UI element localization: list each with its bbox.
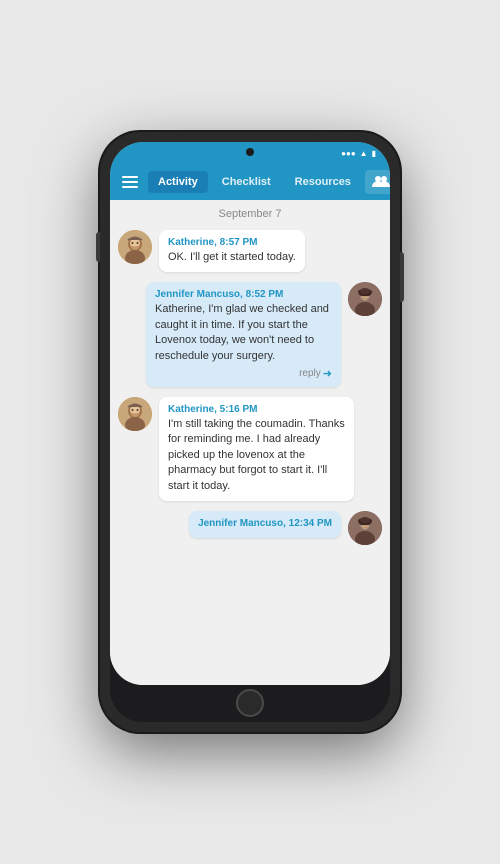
wifi-icon: ▲ xyxy=(360,149,368,158)
camera-icon xyxy=(246,148,254,156)
avatar-jennifer-4 xyxy=(348,511,382,545)
message-group-1: Katherine, 8:57 PM OK. I'll get it start… xyxy=(118,230,382,272)
message-group-2: Jennifer Mancuso, 8:52 PM Katherine, I'm… xyxy=(118,282,382,387)
status-icons: ●●● ▲ ▮ xyxy=(341,149,376,158)
bubble-wrapper-4: Jennifer Mancuso, 12:34 PM xyxy=(189,511,341,538)
tab-checklist[interactable]: Checklist xyxy=(212,171,281,193)
signal-icon: ●●● xyxy=(341,149,356,158)
bubble-wrapper-3: Katherine, 5:16 PM I'm still taking the … xyxy=(159,397,354,501)
menu-line-1 xyxy=(122,176,138,178)
menu-button[interactable] xyxy=(116,172,144,192)
avatar-jennifer-2 xyxy=(348,282,382,316)
phone-inner: ●●● ▲ ▮ Activity Checklist Resources xyxy=(110,142,390,722)
bubble-wrapper-1: Katherine, 8:57 PM OK. I'll get it start… xyxy=(159,230,305,272)
message-text-2: Katherine, I'm glad we checked and caugh… xyxy=(155,302,332,364)
tab-activity[interactable]: Activity xyxy=(148,171,208,193)
message-bubble-4: Jennifer Mancuso, 12:34 PM xyxy=(189,511,341,538)
sender-1: Katherine, 8:57 PM xyxy=(168,237,296,248)
menu-line-3 xyxy=(122,186,138,188)
bottom-area xyxy=(110,685,390,722)
phone-screen: ●●● ▲ ▮ Activity Checklist Resources xyxy=(110,142,390,685)
status-bar: ●●● ▲ ▮ xyxy=(110,142,390,164)
avatar-katherine-3 xyxy=(118,397,152,431)
home-button[interactable] xyxy=(236,689,264,717)
date-separator: September 7 xyxy=(110,200,390,226)
message-text-3: I'm still taking the coumadin. Thanks fo… xyxy=(168,417,345,494)
reply-area: reply ➜ xyxy=(155,367,332,380)
reply-arrow-icon: ➜ xyxy=(323,367,332,380)
group-button[interactable] xyxy=(365,170,390,194)
message-group-3: Katherine, 5:16 PM I'm still taking the … xyxy=(118,397,382,501)
reply-label: reply xyxy=(299,368,321,379)
message-bubble-3: Katherine, 5:16 PM I'm still taking the … xyxy=(159,397,354,501)
tab-resources[interactable]: Resources xyxy=(285,171,361,193)
sender-3: Katherine, 5:16 PM xyxy=(168,404,345,415)
message-text-1: OK. I'll get it started today. xyxy=(168,250,296,265)
menu-line-2 xyxy=(122,181,138,183)
message-bubble-1: Katherine, 8:57 PM OK. I'll get it start… xyxy=(159,230,305,272)
reply-button[interactable]: reply ➜ xyxy=(299,367,332,380)
sender-4: Jennifer Mancuso, 12:34 PM xyxy=(198,518,332,529)
nav-bar: Activity Checklist Resources xyxy=(110,164,390,200)
messages-area[interactable]: Katherine, 8:57 PM OK. I'll get it start… xyxy=(110,226,390,685)
battery-icon: ▮ xyxy=(372,149,376,158)
message-bubble-2: Jennifer Mancuso, 8:52 PM Katherine, I'm… xyxy=(146,282,341,387)
group-icon xyxy=(372,174,390,190)
bubble-wrapper-2: Jennifer Mancuso, 8:52 PM Katherine, I'm… xyxy=(146,282,341,387)
message-group-4: Jennifer Mancuso, 12:34 PM xyxy=(118,511,382,545)
avatar-katherine-1 xyxy=(118,230,152,264)
phone-frame: ●●● ▲ ▮ Activity Checklist Resources xyxy=(100,132,400,732)
sender-2: Jennifer Mancuso, 8:52 PM xyxy=(155,289,332,300)
